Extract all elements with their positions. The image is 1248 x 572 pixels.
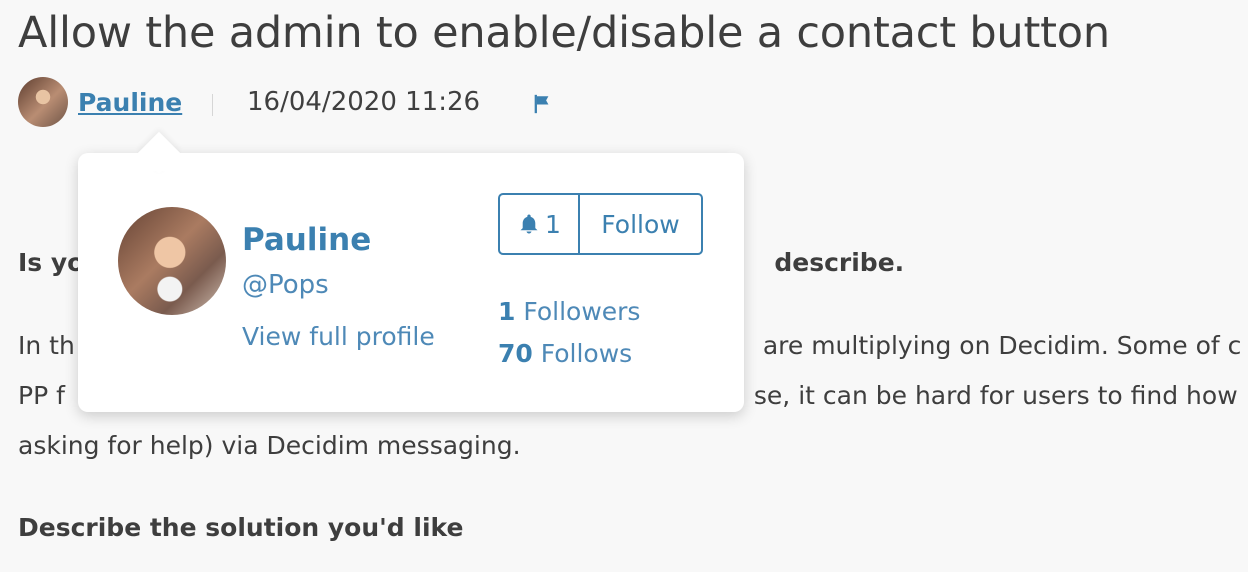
follows-label: Follows [540,339,633,368]
view-profile-link[interactable]: View full profile [242,321,435,352]
avatar[interactable] [18,77,68,127]
notify-count: 1 [545,209,561,239]
page: Allow the admin to enable/disable a cont… [0,0,1248,572]
body-text-fragment: In th [18,331,75,360]
flag-icon[interactable] [531,93,553,115]
body-text-end: se, it can be hard for users to find how [753,381,1238,410]
body-text-end: are multiplying on Decidim. Some of c [762,331,1242,360]
bell-icon [520,214,538,234]
follows-stat[interactable]: 70 Follows [498,338,632,369]
body-heading: Describe the solution you'd like [18,513,464,542]
profile-handle: @Pops [242,270,329,300]
followers-stat[interactable]: 1 Followers [498,296,640,327]
author-row: Pauline 16/04/2020 11:26 [18,76,618,128]
separator [212,94,213,116]
body-heading-end: describe. [774,248,905,277]
body-line: asking for help) via Decidim messaging. [18,431,521,460]
body-heading-fragment: Is yo [18,248,85,277]
author-link[interactable]: Pauline [78,87,182,118]
profile-name[interactable]: Pauline [242,221,371,259]
page-title: Allow the admin to enable/disable a cont… [18,8,1110,58]
follow-group: 1 Follow [498,193,703,255]
body-text-fragment: PP f [18,381,65,410]
followers-label: Followers [523,297,641,326]
profile-avatar[interactable] [118,207,226,315]
followers-count: 1 [498,297,516,326]
notify-button[interactable]: 1 [500,195,580,253]
follow-button[interactable]: Follow [580,195,701,253]
profile-card: Pauline @Pops View full profile 1 Follow… [78,153,744,412]
post-datetime: 16/04/2020 11:26 [247,87,481,117]
follows-count: 70 [498,339,533,368]
